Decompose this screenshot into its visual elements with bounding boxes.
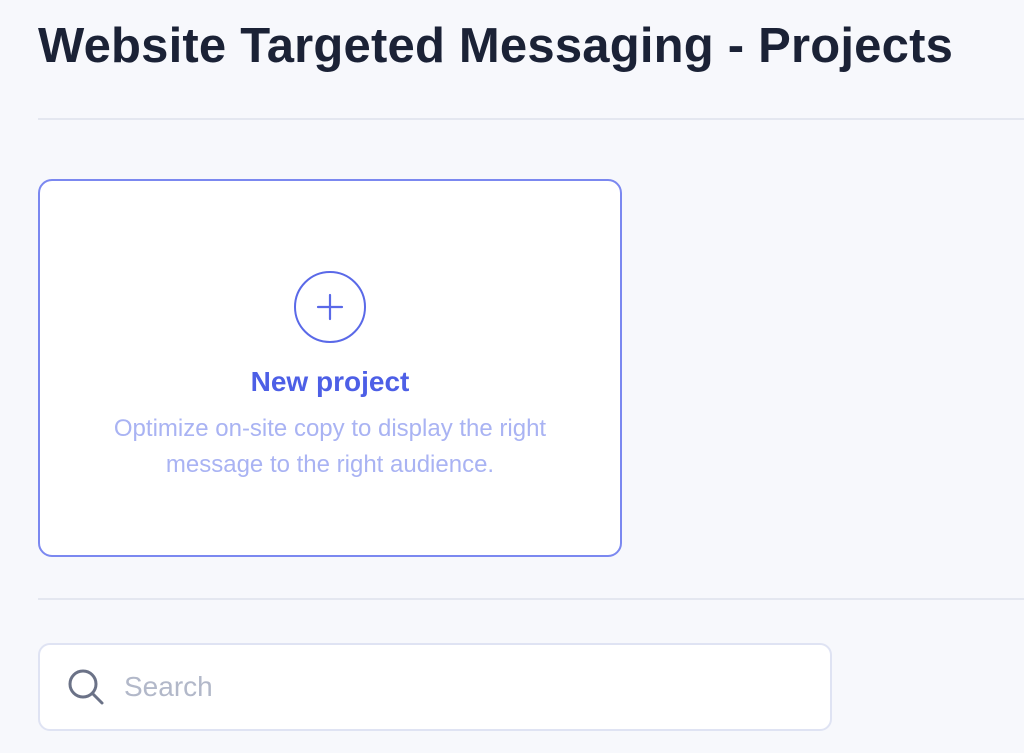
- plus-icon: [294, 271, 366, 343]
- search-icon: [66, 667, 106, 707]
- section-divider: [38, 598, 1024, 600]
- new-project-card[interactable]: New project Optimize on-site copy to dis…: [38, 179, 622, 557]
- search-input[interactable]: [124, 657, 830, 717]
- plus-icon-glyph: [316, 293, 344, 321]
- new-project-title: New project: [250, 366, 410, 397]
- page-title: Website Targeted Messaging - Projects: [38, 19, 954, 73]
- header-divider: [38, 118, 1024, 120]
- search-box[interactable]: [38, 643, 832, 731]
- new-project-description: Optimize on-site copy to display the rig…: [113, 415, 547, 478]
